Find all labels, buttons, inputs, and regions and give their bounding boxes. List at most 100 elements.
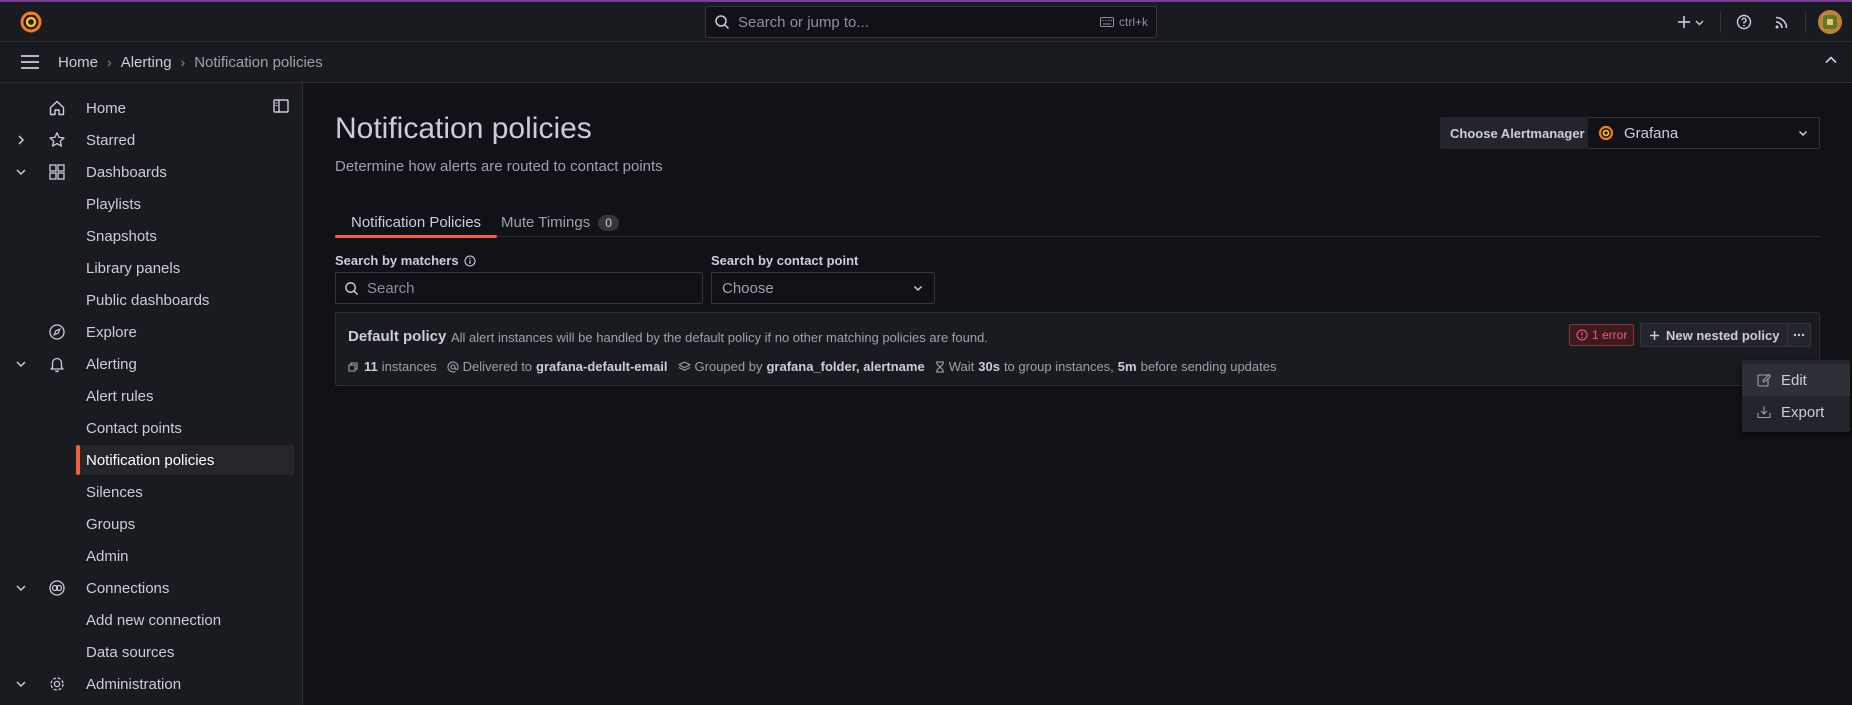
sidebar-item-label: Add new connection xyxy=(86,611,222,629)
compass-icon xyxy=(48,323,66,341)
pen-icon xyxy=(1757,373,1771,387)
grafana-logo-icon[interactable] xyxy=(20,11,42,33)
sidebar-item-add-new-connection[interactable]: Add new connection xyxy=(0,605,294,635)
sidebar-item-alerting[interactable]: Alerting xyxy=(0,349,294,379)
chevron-down-icon xyxy=(1797,127,1809,139)
page-subtitle: Determine how alerts are routed to conta… xyxy=(335,158,663,175)
topbar-divider xyxy=(1720,11,1721,33)
collapse-topbar-button[interactable] xyxy=(1824,53,1838,67)
breadcrumb-current: Notification policies xyxy=(194,53,323,71)
tab-counter-badge: 0 xyxy=(598,214,619,231)
sidebar-item-label: Snapshots xyxy=(86,227,157,245)
topbar-divider xyxy=(1805,11,1806,33)
sidebar-item-playlists[interactable]: Playlists xyxy=(0,189,294,219)
instances-info[interactable]: 11 instances xyxy=(348,359,437,374)
home-icon xyxy=(48,99,66,117)
policy-description: All alert instances will be handled by t… xyxy=(451,330,988,345)
sidebar-item-library-panels[interactable]: Library panels xyxy=(0,253,294,283)
sidebar-item-public-dashboards[interactable]: Public dashboards xyxy=(0,285,294,315)
ellipsis-icon xyxy=(1793,333,1805,337)
contact-point-link[interactable]: grafana-default-email xyxy=(536,359,667,374)
sidebar-item-admin[interactable]: Admin xyxy=(0,541,294,571)
search-shortcut: ctrl+k xyxy=(1099,15,1148,29)
sidebar-item-silences[interactable]: Silences xyxy=(0,477,294,507)
breadcrumb-alerting[interactable]: Alerting xyxy=(121,54,172,71)
chevron-down-icon[interactable] xyxy=(14,165,28,179)
sidebar-item-groups[interactable]: Groups xyxy=(0,509,294,539)
breadcrumb-home[interactable]: Home xyxy=(58,54,98,71)
info-circle-icon[interactable] xyxy=(464,254,476,267)
chevron-down-icon xyxy=(912,282,924,294)
search-icon xyxy=(344,281,359,296)
search-placeholder: Search or jump to... xyxy=(738,13,869,31)
wait-label: Wait xyxy=(948,359,975,374)
layers-instances-icon xyxy=(348,361,360,373)
sidebar-item-data-sources[interactable]: Data sources xyxy=(0,637,294,667)
tab-mute-timings[interactable]: Mute Timings 0 xyxy=(501,208,619,237)
error-badge[interactable]: 1 error xyxy=(1569,324,1635,346)
sidebar-item-label: Data sources xyxy=(86,643,175,661)
plus-icon xyxy=(1677,15,1691,29)
chevron-right-icon[interactable] xyxy=(14,133,28,147)
new-nested-policy-button[interactable]: New nested policy xyxy=(1640,323,1789,347)
sidebar-item-connections[interactable]: Connections xyxy=(0,573,294,603)
add-new-button[interactable] xyxy=(1668,7,1712,37)
sidebar-item-label: Groups xyxy=(86,515,136,533)
menu-toggle-icon[interactable] xyxy=(20,52,40,72)
tab-notification-policies[interactable]: Notification Policies xyxy=(335,208,498,238)
sidebar-item-label: Admin xyxy=(86,547,129,565)
sidebar-item-label: Library panels xyxy=(86,259,181,277)
breadcrumb-separator-icon: › xyxy=(107,54,112,70)
grouped-info: Grouped by grafana_folder, alertname xyxy=(677,359,925,374)
sidebar-item-explore[interactable]: Explore xyxy=(0,317,294,347)
help-button[interactable] xyxy=(1729,7,1759,37)
sidebar-item-dashboards[interactable]: Dashboards xyxy=(0,157,294,187)
grouped-value: grafana_folder, alertname xyxy=(766,359,925,374)
contact-point-value: Choose xyxy=(722,279,774,297)
sidebar-item-alert-rules[interactable]: Alert rules xyxy=(0,381,294,411)
matchers-search-input[interactable]: Search xyxy=(335,272,703,304)
sidebar-item-contact-points[interactable]: Contact points xyxy=(0,413,294,443)
error-badge-label: 1 error xyxy=(1592,328,1628,342)
matchers-search-placeholder: Search xyxy=(367,279,415,297)
sidebar-item-label: Silences xyxy=(86,483,143,501)
chevron-down-icon[interactable] xyxy=(14,357,28,371)
sidebar-item-label: Alert rules xyxy=(86,387,154,405)
sidebar-item-label: Notification policies xyxy=(86,451,215,469)
at-icon xyxy=(447,360,459,373)
user-avatar[interactable] xyxy=(1818,10,1842,34)
breadcrumb-separator-icon: › xyxy=(180,54,186,70)
tab-label: Mute Timings xyxy=(501,214,591,231)
sidebar-item-starred[interactable]: Starred xyxy=(0,125,294,155)
new-nested-policy-label: New nested policy xyxy=(1666,327,1780,343)
news-button[interactable] xyxy=(1767,7,1797,37)
delivered-info: Delivered to grafana-default-email xyxy=(447,359,668,374)
chevron-down-icon[interactable] xyxy=(14,677,28,691)
alertmanager-select[interactable]: Grafana xyxy=(1588,117,1820,149)
menu-item-export[interactable]: Export xyxy=(1742,396,1850,428)
contact-point-select[interactable]: Choose xyxy=(711,272,935,304)
sidebar-item-notification-policies[interactable]: Notification policies xyxy=(76,445,294,475)
rss-icon xyxy=(1774,14,1790,30)
main-content: Notification policies Determine how aler… xyxy=(335,83,1820,705)
more-actions-button[interactable] xyxy=(1787,323,1811,347)
hourglass-icon xyxy=(935,360,945,373)
alertmanager-label: Choose Alertmanager xyxy=(1440,117,1595,149)
chevron-down-icon[interactable] xyxy=(14,581,28,595)
global-search-input[interactable]: Search or jump to... ctrl+k xyxy=(705,6,1157,38)
menu-item-label: Export xyxy=(1781,403,1825,421)
menu-item-label: Edit xyxy=(1781,371,1807,389)
menu-item-edit[interactable]: Edit xyxy=(1742,364,1850,396)
sidebar-item-label: Home xyxy=(86,99,127,117)
sidebar-item-home[interactable]: Home xyxy=(0,93,294,123)
matchers-label-text: Search by matchers xyxy=(335,253,459,268)
grouped-label: Grouped by xyxy=(694,359,763,374)
sidebar-item-label: Public dashboards xyxy=(86,291,210,309)
sidebar-item-snapshots[interactable]: Snapshots xyxy=(0,221,294,251)
sidebar-item-label: Starred xyxy=(86,131,136,149)
timing-info[interactable]: Wait 30s to group instances, 5m before s… xyxy=(935,359,1276,374)
chevron-up-icon xyxy=(1824,53,1838,67)
search-icon xyxy=(714,14,730,30)
sidebar-item-label: Connections xyxy=(86,579,170,597)
sidebar-item-administration[interactable]: Administration xyxy=(0,669,294,699)
